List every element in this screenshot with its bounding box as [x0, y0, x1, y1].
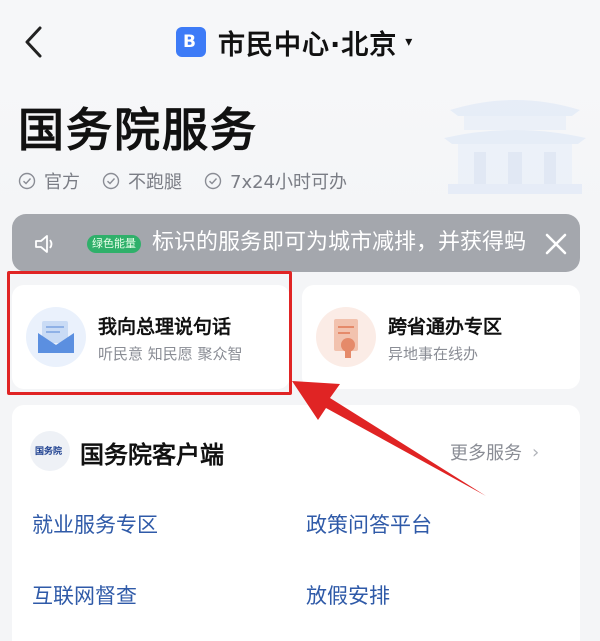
card-title: 跨省通办专区 — [388, 316, 503, 338]
back-button[interactable] — [18, 22, 50, 62]
chevron-left-icon — [25, 26, 42, 58]
notice-bar[interactable]: 绿色能量 标识的服务即可为城市减排，并获得蚂 — [12, 214, 580, 272]
tag-label: 官方 — [44, 172, 80, 193]
top-navbar: B 市民中心·北京 ▾ — [0, 0, 600, 82]
feature-tags: 官方 不跑腿 7x24小时可办 — [18, 168, 369, 194]
chevron-right-icon: › — [532, 441, 540, 463]
card-cross-province[interactable]: 跨省通办专区 异地事在线办 — [302, 285, 580, 389]
check-circle-icon — [204, 172, 222, 190]
more-services-link[interactable]: 更多服务 › — [450, 439, 539, 465]
certificate-icon — [316, 307, 376, 367]
tag-official: 官方 — [18, 168, 80, 194]
city-switcher[interactable]: B 市民中心·北京 ▾ — [176, 24, 413, 61]
check-circle-icon — [102, 172, 120, 190]
client-title: 国务院客户端 — [80, 441, 224, 469]
notice-close-button[interactable] — [542, 230, 570, 258]
client-section: 国务院 国务院客户端 更多服务 › 就业服务专区 政策问答平台 互联网督查 放假安… — [12, 405, 580, 641]
tag-label: 7x24小时可办 — [230, 172, 348, 193]
speaker-icon — [35, 235, 53, 253]
tag-label: 不跑腿 — [128, 172, 182, 193]
check-circle-icon — [18, 172, 36, 190]
tag-24h: 7x24小时可办 — [204, 168, 347, 194]
page-title: 国务院服务 — [18, 103, 258, 157]
tag-no-errand: 不跑腿 — [102, 168, 182, 194]
notice-text: 标识的服务即可为城市减排，并获得蚂 — [152, 230, 527, 255]
annotation-highlight-box — [7, 271, 292, 395]
green-energy-badge: 绿色能量 — [87, 235, 141, 253]
palace-building-icon — [444, 100, 586, 194]
state-council-logo-icon: 国务院 — [30, 431, 70, 471]
service-link[interactable]: 放假安排 — [306, 580, 390, 610]
service-link[interactable]: 互联网督查 — [32, 580, 137, 610]
document-icon: B — [176, 27, 206, 57]
card-subtitle: 异地事在线办 — [388, 345, 479, 363]
service-link[interactable]: 就业服务专区 — [32, 509, 158, 539]
close-icon — [545, 233, 567, 255]
dropdown-caret-icon: ▾ — [405, 34, 413, 50]
city-title: 市民中心·北京 — [218, 29, 398, 61]
service-link[interactable]: 政策问答平台 — [306, 509, 432, 539]
